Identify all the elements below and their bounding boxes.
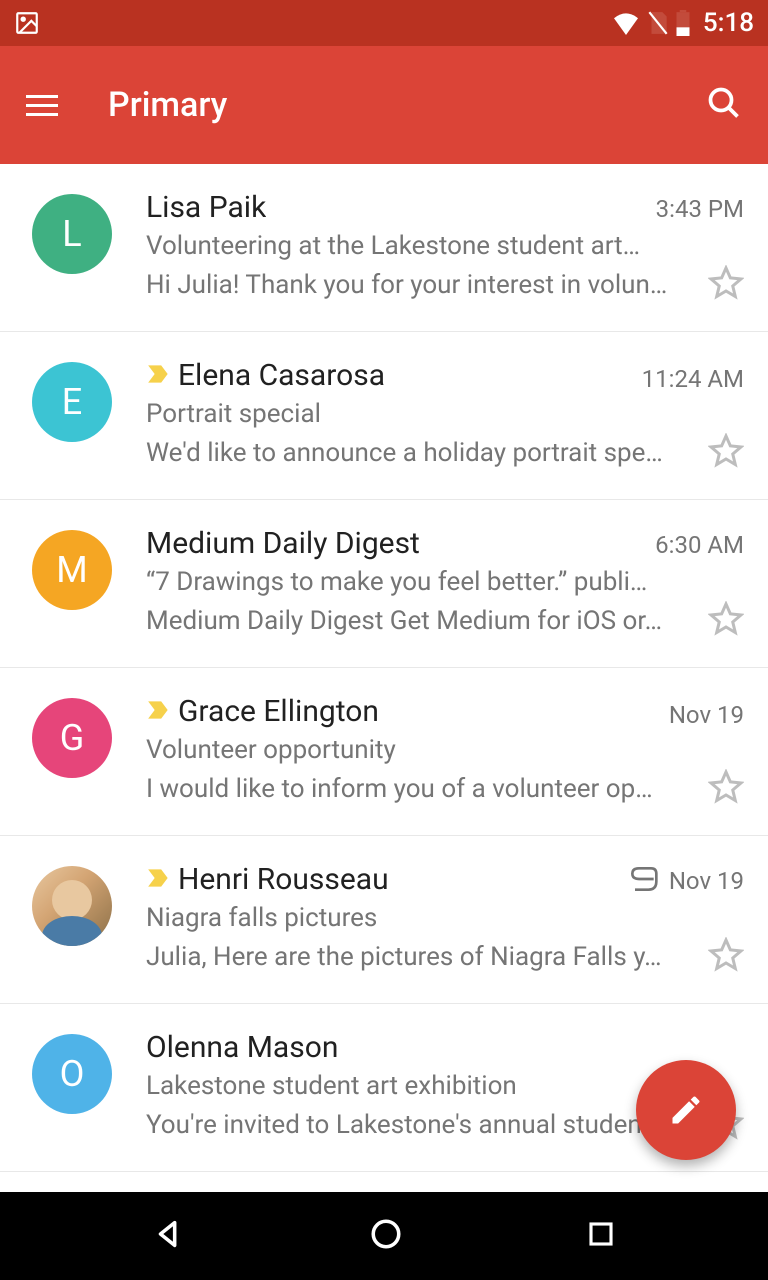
subject: Portrait special [146, 399, 744, 429]
star-button[interactable] [708, 601, 744, 641]
back-icon [152, 1217, 186, 1251]
status-time: 5:18 [703, 8, 754, 38]
avatar[interactable]: E [32, 362, 112, 442]
preview: Hi Julia! Thank you for your interest in… [146, 270, 698, 300]
email-item[interactable]: E Elena Casarosa 11:24 AM Portrait special W… [0, 332, 768, 500]
important-icon [146, 361, 172, 391]
avatar[interactable]: G [32, 698, 112, 778]
search-icon [706, 85, 742, 121]
preview: Julia, Here are the pictures of Niagra F… [146, 942, 698, 972]
timestamp: Nov 19 [669, 867, 744, 895]
back-button[interactable] [152, 1217, 186, 1255]
email-content: Lisa Paik 3:43 PM Volunteering at the Lake… [146, 190, 744, 305]
avatar[interactable]: M [32, 530, 112, 610]
page-title: Primary [108, 85, 706, 125]
avatar[interactable] [32, 866, 112, 946]
email-content: Henri Rousseau Nov 19 Niagra falls picture… [146, 862, 744, 977]
star-button[interactable] [708, 769, 744, 809]
email-item[interactable]: M Medium Daily Digest 6:30 AM “7 Drawings t… [0, 500, 768, 668]
preview: I would like to inform you of a voluntee… [146, 774, 698, 804]
photo-icon [14, 10, 40, 36]
app-bar: Primary [0, 46, 768, 164]
battery-icon [675, 10, 691, 36]
sender-name: Olenna Mason [146, 1030, 338, 1065]
sender-name: Medium Daily Digest [146, 526, 420, 561]
no-sim-icon [647, 10, 669, 36]
attachment-icon [627, 867, 659, 895]
recent-button[interactable] [586, 1219, 616, 1253]
sender-name: Elena Casarosa [178, 358, 385, 393]
menu-button[interactable] [26, 95, 58, 116]
subject: Volunteering at the Lakestone student ar… [146, 231, 744, 261]
timestamp: 3:43 PM [656, 195, 744, 223]
pencil-icon [668, 1092, 704, 1128]
wifi-icon [611, 11, 641, 35]
subject: Niagra falls pictures [146, 903, 744, 933]
email-content: Medium Daily Digest 6:30 AM “7 Drawings to… [146, 526, 744, 641]
status-bar: 5:18 [0, 0, 768, 46]
email-list: L Lisa Paik 3:43 PM Volunteering at the Lak… [0, 164, 768, 1172]
home-button[interactable] [369, 1217, 403, 1255]
subject: “7 Drawings to make you feel better.” pu… [146, 567, 744, 597]
star-button[interactable] [708, 937, 744, 977]
email-item[interactable]: G Grace Ellington Nov 19 Volunteer opportun… [0, 668, 768, 836]
navigation-bar [0, 1192, 768, 1280]
preview: You're invited to Lakestone's annual stu… [146, 1110, 698, 1140]
star-button[interactable] [708, 265, 744, 305]
avatar[interactable]: L [32, 194, 112, 274]
sender-name: Henri Rousseau [178, 862, 389, 897]
star-button[interactable] [708, 433, 744, 473]
sender-name: Lisa Paik [146, 190, 266, 225]
timestamp: 11:24 AM [642, 365, 744, 393]
preview: We'd like to announce a holiday portrait… [146, 438, 698, 468]
important-icon [146, 865, 172, 895]
timestamp: 6:30 AM [655, 531, 744, 559]
email-item[interactable]: Henri Rousseau Nov 19 Niagra falls picture… [0, 836, 768, 1004]
email-content: Elena Casarosa 11:24 AM Portrait special We… [146, 358, 744, 473]
sender-name: Grace Ellington [178, 694, 379, 729]
email-item[interactable]: L Lisa Paik 3:43 PM Volunteering at the Lak… [0, 164, 768, 332]
compose-button[interactable] [636, 1060, 736, 1160]
preview: Medium Daily Digest Get Medium for iOS o… [146, 606, 698, 636]
avatar[interactable]: O [32, 1034, 112, 1114]
email-content: Grace Ellington Nov 19 Volunteer opportuni… [146, 694, 744, 809]
subject: Volunteer opportunity [146, 735, 744, 765]
search-button[interactable] [706, 85, 742, 125]
recent-icon [586, 1219, 616, 1249]
home-icon [369, 1217, 403, 1251]
timestamp: Nov 19 [669, 701, 744, 729]
important-icon [146, 697, 172, 727]
